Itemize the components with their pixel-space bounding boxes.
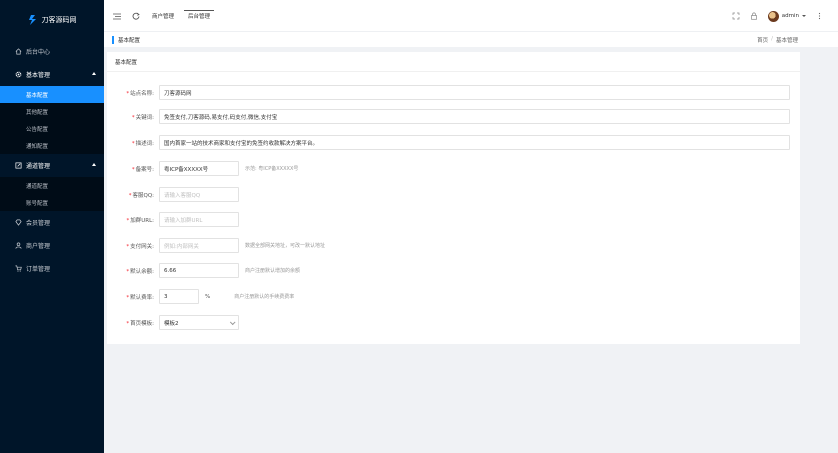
sidebar-subitem-other-config[interactable]: 其他配置 <box>0 103 104 120</box>
field-label: *站点名称: <box>126 90 154 97</box>
form-row-site-name: *站点名称: 刀客源码网 <box>107 85 790 100</box>
template-select[interactable]: 模板2 <box>159 315 239 330</box>
breadcrumb-bar: 基本配置 首页 / 基本管理 <box>104 32 838 47</box>
chevron-down-icon <box>802 15 806 17</box>
chevron-up-icon <box>92 72 96 75</box>
gear-icon <box>14 71 22 79</box>
balance-input[interactable]: 6.66 <box>159 263 239 278</box>
form-row-gateway: *支付网关: 例如:内部网关 数据全部网关地址，可改一默认地址 <box>107 238 325 253</box>
field-label: *客服QQ: <box>128 192 154 199</box>
breadcrumb-home[interactable]: 首页 <box>757 36 768 44</box>
sidebar-subitem-notify-config[interactable]: 通知配置 <box>0 137 104 154</box>
sidebar-item-label: 后台中心 <box>26 49 51 56</box>
top-header: 商户管理 后台管理 admin <box>104 0 838 32</box>
rate-unit: % <box>205 293 211 300</box>
sidebar-subitem-basic-config[interactable]: 基本配置 <box>0 86 104 103</box>
field-label: *默认余额: <box>126 268 154 275</box>
sidebar: 刀客源码网 后台中心 基本管理 基本配置 其他配置 公告配置 通知配置 通道管理… <box>0 0 104 453</box>
submenu-channel: 通道配置 账号配置 <box>0 177 104 211</box>
sidebar-item-label: 基本管理 <box>26 72 51 79</box>
form-row-keywords: *关键词: 免签支付,刀客源码,易支付,码支付,微信,支付宝 <box>107 109 790 124</box>
tab-admin-management[interactable]: 后台管理 <box>184 0 215 32</box>
cart-icon <box>14 265 22 273</box>
field-label: *首页模板: <box>126 320 154 327</box>
submenu-basic: 基本配置 其他配置 公告配置 通知配置 <box>0 86 104 154</box>
sidebar-item-label: 商户管理 <box>26 243 51 250</box>
sidebar-menu: 后台中心 基本管理 基本配置 其他配置 公告配置 通知配置 通道管理 通道配置 … <box>0 40 104 280</box>
breadcrumb: 首页 / 基本管理 <box>757 36 798 44</box>
sidebar-subitem-channel-config[interactable]: 通道配置 <box>0 177 104 194</box>
field-label: *关键词: <box>131 114 154 121</box>
user-icon <box>14 242 22 250</box>
template-select-value: 模板2 <box>164 320 179 327</box>
diamond-icon <box>14 219 22 227</box>
menu-toggle-icon[interactable] <box>112 12 121 21</box>
sidebar-item-label: 通道管理 <box>26 163 51 170</box>
qq-input[interactable]: 请输入客服QQ <box>159 187 239 202</box>
more-vertical-icon[interactable] <box>815 12 824 21</box>
chevron-down-icon <box>229 318 236 325</box>
edit-icon <box>14 162 22 170</box>
field-label: *默认费率: <box>126 294 154 301</box>
rate-hint: 商户注册默认的手续费费率 <box>234 294 295 300</box>
fullscreen-icon[interactable] <box>732 12 741 21</box>
sidebar-subitem-account-config[interactable]: 账号配置 <box>0 194 104 211</box>
field-label: *描述词: <box>131 140 154 147</box>
form-row-icp: *备案号: 粤ICP备XXXXX号 示范: 粤ICP备XXXXX号 <box>107 161 298 176</box>
home-icon <box>14 48 22 56</box>
form-row-group-url: *加群URL: 请输入加群URL <box>107 212 239 227</box>
keywords-input[interactable]: 免签支付,刀客源码,易支付,码支付,微信,支付宝 <box>159 109 790 124</box>
tab-merchant-management[interactable]: 商户管理 <box>150 0 176 32</box>
lock-icon[interactable] <box>750 12 759 21</box>
sidebar-item-basic[interactable]: 基本管理 <box>0 63 104 86</box>
balance-hint: 商户注册默认增加的余额 <box>245 268 301 274</box>
sidebar-item-orders[interactable]: 订单管理 <box>0 257 104 280</box>
sidebar-subitem-notice-config[interactable]: 公告配置 <box>0 120 104 137</box>
rate-input[interactable]: 3 <box>159 289 199 304</box>
user-name: admin <box>781 13 799 19</box>
breadcrumb-current: 基本管理 <box>775 37 798 44</box>
chevron-up-icon <box>92 163 96 166</box>
sidebar-item-label: 会员管理 <box>26 220 51 227</box>
avatar <box>767 10 779 22</box>
logo-icon <box>28 14 38 26</box>
form-row-rate: *默认费率: 3 % 商户注册默认的手续费费率 <box>107 289 294 304</box>
form-row-description: *描述词: 国内首家一站的技术商家和支付宝的免签约收款解决方案平台。 <box>107 135 790 150</box>
description-input[interactable]: 国内首家一站的技术商家和支付宝的免签约收款解决方案平台。 <box>159 135 790 150</box>
form-row-qq: *客服QQ: 请输入客服QQ <box>107 187 239 202</box>
page-title: 基本配置 <box>112 35 140 44</box>
sidebar-item-dashboard[interactable]: 后台中心 <box>0 40 104 63</box>
icp-input[interactable]: 粤ICP备XXXXX号 <box>159 161 239 176</box>
sidebar-item-channel[interactable]: 通道管理 <box>0 154 104 177</box>
group-url-input[interactable]: 请输入加群URL <box>159 212 239 227</box>
form-row-template: *首页模板: 模板2 <box>107 315 239 330</box>
field-label: *支付网关: <box>126 243 154 250</box>
sidebar-item-label: 订单管理 <box>26 266 51 273</box>
gateway-hint: 数据全部网关地址，可改一默认地址 <box>245 243 326 249</box>
refresh-icon[interactable] <box>131 12 140 21</box>
config-card: 基本配置 *站点名称: 刀客源码网 *关键词: 免签支付,刀客源码,易支付,码支… <box>107 52 800 344</box>
field-label: *加群URL: <box>126 217 154 224</box>
logo[interactable]: 刀客源码网 <box>0 0 104 40</box>
site-name-input[interactable]: 刀客源码网 <box>159 85 790 100</box>
field-label: *备案号: <box>131 166 154 173</box>
gateway-input[interactable]: 例如:内部网关 <box>159 238 239 253</box>
form-row-balance: *默认余额: 6.66 商户注册默认增加的余额 <box>107 263 300 278</box>
breadcrumb-separator: / <box>771 35 773 42</box>
user-menu[interactable]: admin <box>767 10 806 22</box>
card-title: 基本配置 <box>107 52 800 72</box>
app-name: 刀客源码网 <box>41 16 77 24</box>
icp-hint: 示范: 粤ICP备XXXXX号 <box>245 166 299 172</box>
sidebar-item-merchants[interactable]: 商户管理 <box>0 234 104 257</box>
sidebar-item-members[interactable]: 会员管理 <box>0 211 104 234</box>
